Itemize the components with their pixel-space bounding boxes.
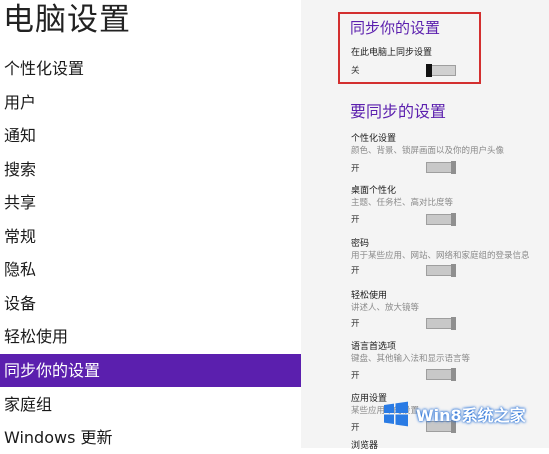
nav-item-users[interactable]: 用户 <box>0 86 301 119</box>
setting-state-ease: 开 <box>351 319 360 329</box>
nav-item-notifications[interactable]: 通知 <box>0 119 301 152</box>
language-toggle[interactable] <box>426 368 456 381</box>
toggle-thumb <box>451 213 456 226</box>
nav-item-general[interactable]: 常规 <box>0 220 301 253</box>
windows-logo-icon <box>384 401 408 427</box>
setting-desc-personalize: 颜色、背景、锁屏画面以及你的用户头像 <box>351 146 505 156</box>
nav-item-personalize[interactable]: 个性化设置 <box>0 52 301 85</box>
setting-desc-ease: 讲述人、放大镜等 <box>351 303 420 313</box>
setting-title-browser: 浏览器 <box>351 441 379 451</box>
nav-item-sync-settings[interactable]: 同步你的设置 <box>0 354 301 387</box>
passwords-toggle[interactable] <box>426 264 456 277</box>
setting-title-desktop: 桌面个性化 <box>351 186 397 196</box>
setting-title-language: 语言首选项 <box>351 342 397 352</box>
setting-state-personalize: 开 <box>351 164 360 174</box>
sync-heading: 同步你的设置 <box>350 19 441 37</box>
toggle-thumb <box>451 161 456 174</box>
nav-item-homegroup[interactable]: 家庭组 <box>0 388 301 421</box>
pc-sync-label: 在此电脑上同步设置 <box>351 48 433 58</box>
setting-title-passwords: 密码 <box>351 239 370 249</box>
personalize-toggle[interactable] <box>426 161 456 174</box>
nav-item-search[interactable]: 搜索 <box>0 153 301 186</box>
nav-item-privacy[interactable]: 隐私 <box>0 253 301 286</box>
page-title: 电脑设置 <box>3 2 131 38</box>
ease-toggle[interactable] <box>426 317 456 330</box>
nav-item-devices[interactable]: 设备 <box>0 287 301 320</box>
setting-desc-language: 键盘、其他输入法和显示语言等 <box>351 354 471 364</box>
watermark-text: Win8系统之家 <box>416 406 526 425</box>
setting-state-desktop: 开 <box>351 215 360 225</box>
setting-desc-passwords: 用于某些应用、网站、网络和家庭组的登录信息 <box>351 251 530 261</box>
setting-state-passwords: 开 <box>351 266 360 276</box>
setting-state-apps: 开 <box>351 423 360 433</box>
toggle-thumb <box>451 368 456 381</box>
nav-item-windows-update[interactable]: Windows 更新 <box>0 421 301 454</box>
items-heading: 要同步的设置 <box>350 102 447 121</box>
nav-item-ease-of-access[interactable]: 轻松使用 <box>0 320 301 353</box>
setting-title-ease: 轻松使用 <box>351 291 388 301</box>
setting-state-language: 开 <box>351 371 360 381</box>
toggle-thumb <box>451 264 456 277</box>
nav-item-share[interactable]: 共享 <box>0 186 301 219</box>
pc-sync-toggle[interactable] <box>426 64 456 77</box>
nav-pane: 电脑设置 个性化设置 用户 通知 搜索 共享 常规 隐私 设备 轻松使用 同步你… <box>0 0 301 448</box>
toggle-thumb <box>451 317 456 330</box>
desktop-toggle[interactable] <box>426 213 456 226</box>
watermark: Win8系统之家 <box>382 394 542 434</box>
pc-sync-state: 关 <box>351 66 360 76</box>
setting-title-personalize: 个性化设置 <box>351 134 397 144</box>
toggle-thumb <box>426 64 432 77</box>
setting-desc-desktop: 主题、任务栏、高对比度等 <box>351 198 454 208</box>
